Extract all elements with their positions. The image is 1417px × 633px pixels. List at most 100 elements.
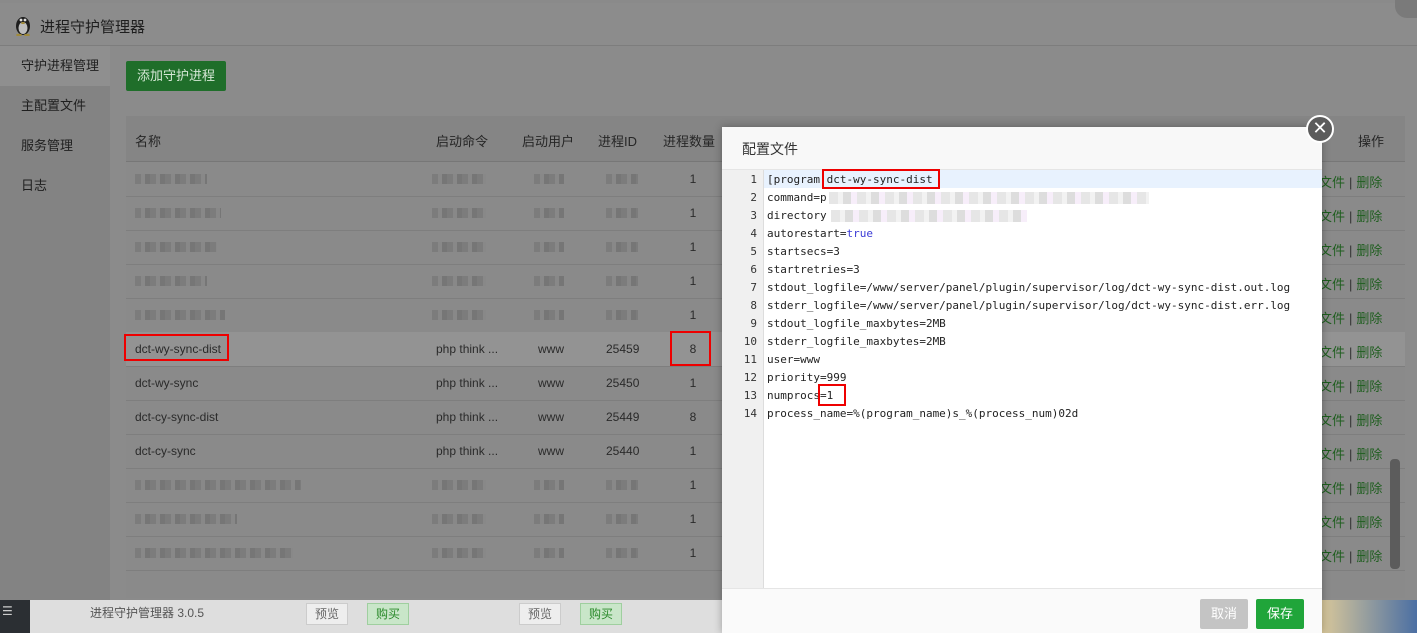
highlight-process-name: [124, 334, 229, 361]
code-editor[interactable]: 1 2 3 4 5 6 7 8 9 10 11 12 13 14 [progra…: [722, 170, 1322, 589]
blurred-command: [432, 548, 486, 558]
redacted-text: [828, 192, 1149, 204]
process-command: php think ...: [436, 376, 499, 390]
delete-link[interactable]: 删除: [1356, 447, 1382, 462]
code-text: directory: [767, 209, 827, 222]
sidebar-item-logs[interactable]: 日志: [0, 166, 110, 206]
process-user: www: [538, 444, 564, 458]
code-line: process_name=%(program_name)s_%(process_…: [767, 407, 1079, 420]
blurred-pid: [606, 548, 638, 558]
code-text: autorestart=: [767, 227, 847, 240]
process-user: www: [538, 410, 564, 424]
plugin-version: 进程守护管理器 3.0.5: [90, 606, 205, 620]
row-actions: 文件 | 删除: [1319, 308, 1382, 327]
delete-link[interactable]: 删除: [1356, 379, 1382, 394]
edit-file-link[interactable]: 文件: [1319, 447, 1345, 462]
edit-file-link[interactable]: 文件: [1319, 481, 1345, 496]
delete-link[interactable]: 删除: [1356, 209, 1382, 224]
window-title: 进程守护管理器: [40, 19, 146, 36]
blurred-pid: [606, 174, 638, 184]
edit-file-link[interactable]: 文件: [1319, 345, 1345, 360]
edit-file-link[interactable]: 文件: [1319, 175, 1345, 190]
blurred-command: [432, 208, 486, 218]
blurred-name: [135, 276, 207, 286]
process-command: php think ...: [436, 342, 499, 356]
edit-file-link[interactable]: 文件: [1319, 515, 1345, 530]
edit-file-link[interactable]: 文件: [1319, 311, 1345, 326]
delete-link[interactable]: 删除: [1356, 277, 1382, 292]
delete-link[interactable]: 删除: [1356, 515, 1382, 530]
action-separator: |: [1349, 345, 1353, 360]
process-count: 1: [689, 206, 697, 220]
process-name: dct-cy-sync-dist: [135, 410, 219, 424]
blurred-name: [135, 310, 225, 320]
line-number: 12: [743, 371, 757, 384]
delete-link[interactable]: 删除: [1356, 413, 1382, 428]
sidebar-item-service-management[interactable]: 服务管理: [0, 126, 110, 166]
code-line: stderr_logfile_maxbytes=2MB: [767, 335, 946, 348]
process-count: 1: [689, 546, 697, 560]
process-id: 25459: [606, 342, 640, 356]
delete-link[interactable]: 删除: [1356, 175, 1382, 190]
code-line: stdout_logfile_maxbytes=2MB: [767, 317, 946, 330]
process-id: 25449: [606, 410, 640, 424]
blurred-command: [432, 242, 486, 252]
close-icon[interactable]: ✕: [1306, 115, 1334, 143]
bg-right-decoration: [1322, 600, 1417, 633]
process-user: www: [538, 376, 564, 390]
sidebar-item-main-config[interactable]: 主配置文件: [0, 86, 110, 126]
header-count: 进程数量: [663, 134, 716, 149]
edit-file-link[interactable]: 文件: [1319, 549, 1345, 564]
buy-button[interactable]: 购买: [367, 603, 410, 625]
line-number-gutter: 1 2 3 4 5 6 7 8 9 10 11 12 13 14: [722, 170, 764, 588]
buy-button-2[interactable]: 购买: [580, 603, 623, 625]
preview-button[interactable]: 预览: [306, 603, 349, 625]
line-number: 6: [750, 263, 757, 276]
row-actions: 文件 | 删除: [1319, 172, 1382, 191]
edit-file-link[interactable]: 文件: [1319, 209, 1345, 224]
scrollbar-thumb[interactable]: [1390, 459, 1400, 569]
edit-file-link[interactable]: 文件: [1319, 413, 1345, 428]
process-count: 1: [689, 376, 697, 390]
blurred-user: [534, 514, 564, 524]
blurred-user: [534, 310, 564, 320]
blurred-command: [432, 276, 486, 286]
blurred-user: [534, 548, 564, 558]
edit-file-link[interactable]: 文件: [1319, 277, 1345, 292]
blurred-pid: [606, 480, 638, 490]
line-number: 9: [750, 317, 757, 330]
header-pid: 进程ID: [598, 134, 638, 149]
delete-link[interactable]: 删除: [1356, 345, 1382, 360]
preview-button-2[interactable]: 预览: [519, 603, 562, 625]
add-daemon-button[interactable]: 添加守护进程: [126, 61, 227, 91]
blurred-pid: [606, 276, 638, 286]
line-number: 13: [743, 389, 757, 402]
modal-header: 配置文件: [722, 127, 1322, 170]
delete-link[interactable]: 删除: [1356, 311, 1382, 326]
edit-file-link[interactable]: 文件: [1319, 243, 1345, 258]
row-actions: 文件 | 删除: [1319, 546, 1382, 565]
code-line: autorestart=true: [767, 227, 873, 240]
action-separator: |: [1349, 277, 1353, 292]
delete-link[interactable]: 删除: [1356, 549, 1382, 564]
code-line: stderr_logfile=/www/server/panel/plugin/…: [767, 299, 1291, 312]
code-text: command=p: [767, 191, 827, 204]
line-number: 3: [750, 209, 757, 222]
action-separator: |: [1349, 549, 1353, 564]
scrollbar[interactable]: [1389, 406, 1401, 606]
row-actions: 文件 | 删除: [1319, 342, 1382, 361]
row-actions: 文件 | 删除: [1319, 444, 1382, 463]
sidebar-item-daemon-management[interactable]: 守护进程管理: [0, 46, 110, 86]
code-line: priority=999: [767, 371, 847, 384]
line-number: 5: [750, 245, 757, 258]
edit-file-link[interactable]: 文件: [1319, 379, 1345, 394]
sidebar: 守护进程管理 主配置文件 服务管理 日志: [0, 46, 110, 600]
process-user: www: [538, 342, 564, 356]
save-button[interactable]: 保存: [1256, 599, 1304, 629]
delete-link[interactable]: 删除: [1356, 243, 1382, 258]
delete-link[interactable]: 删除: [1356, 481, 1382, 496]
action-separator: |: [1349, 379, 1353, 394]
process-command: php think ...: [436, 444, 499, 458]
cancel-button[interactable]: 取消: [1200, 599, 1248, 629]
highlight-process-count: [670, 331, 711, 366]
